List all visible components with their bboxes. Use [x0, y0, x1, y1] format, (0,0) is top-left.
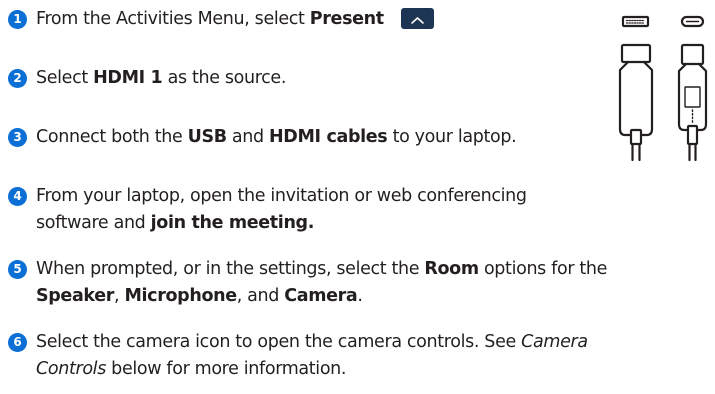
step-text: Select HDMI 1 as the source.	[36, 65, 286, 92]
cable-illustration-svg	[618, 15, 708, 162]
step-text-part: Select the camera icon to open the camer…	[36, 332, 522, 352]
step-number-badge: 6	[8, 333, 27, 352]
step-1: 1 From the Activities Menu, select Prese…	[8, 6, 435, 33]
step-4: 4 From your laptop, open the invitation …	[8, 183, 527, 237]
step-text-part: ,	[114, 286, 125, 306]
step-text-part: Select	[36, 68, 94, 88]
step-3: 3 Connect both the USB and HDMI cables t…	[8, 124, 517, 151]
step-text: Select the camera icon to open the camer…	[36, 329, 588, 383]
hdmi-cable-icon	[618, 15, 654, 162]
step-text-part: From the Activities Menu, select	[36, 9, 310, 29]
step-text-part: join the meeting.	[150, 213, 315, 233]
step-number-badge: 5	[8, 260, 27, 279]
step-text: When prompted, or in the settings, selec…	[36, 256, 607, 310]
step-text: From the Activities Menu, select Present	[36, 6, 435, 33]
step-text-part: Room	[424, 259, 479, 279]
step-text-part: and	[226, 127, 270, 147]
step-text-part: HDMI 1	[93, 68, 163, 88]
step-text-part: Camera	[521, 332, 588, 352]
step-text-part: When prompted, or in the settings, selec…	[36, 259, 425, 279]
step-number-badge: 1	[8, 10, 27, 29]
step-text-part: HDMI cables	[269, 127, 388, 147]
step-6: 6 Select the camera icon to open the cam…	[8, 329, 588, 383]
step-number-badge: 2	[8, 69, 27, 88]
step-text-part: USB	[187, 127, 227, 147]
step-5: 5 When prompted, or in the settings, sel…	[8, 256, 607, 310]
step-text-part: Camera	[284, 286, 358, 306]
step-text-part: Connect both the	[36, 127, 188, 147]
step-text-part: Microphone	[124, 286, 237, 306]
step-2: 2 Select HDMI 1 as the source.	[8, 65, 286, 92]
step-number-badge: 4	[8, 187, 27, 206]
step-text-part: Speaker	[36, 286, 115, 306]
step-text: Connect both the USB and HDMI cables to …	[36, 124, 517, 151]
step-text-part: Controls	[36, 359, 106, 379]
step-text: From your laptop, open the invitation or…	[36, 183, 527, 237]
step-text-part: , and	[236, 286, 285, 306]
usb-cable-icon	[677, 15, 708, 162]
cable-illustration	[612, 12, 710, 164]
step-text-part: software and	[36, 213, 151, 233]
step-text-part: to your laptop.	[387, 127, 517, 147]
step-text-part: options for the	[478, 259, 608, 279]
step-text-part: .	[357, 286, 363, 306]
step-text-part: as the source.	[162, 68, 287, 88]
step-text-part: below for more information.	[105, 359, 347, 379]
step-text-part: Present	[309, 9, 384, 29]
present-screen-icon	[401, 8, 435, 29]
step-text-part: From your laptop, open the invitation or…	[36, 186, 527, 206]
step-number-badge: 3	[8, 128, 27, 147]
